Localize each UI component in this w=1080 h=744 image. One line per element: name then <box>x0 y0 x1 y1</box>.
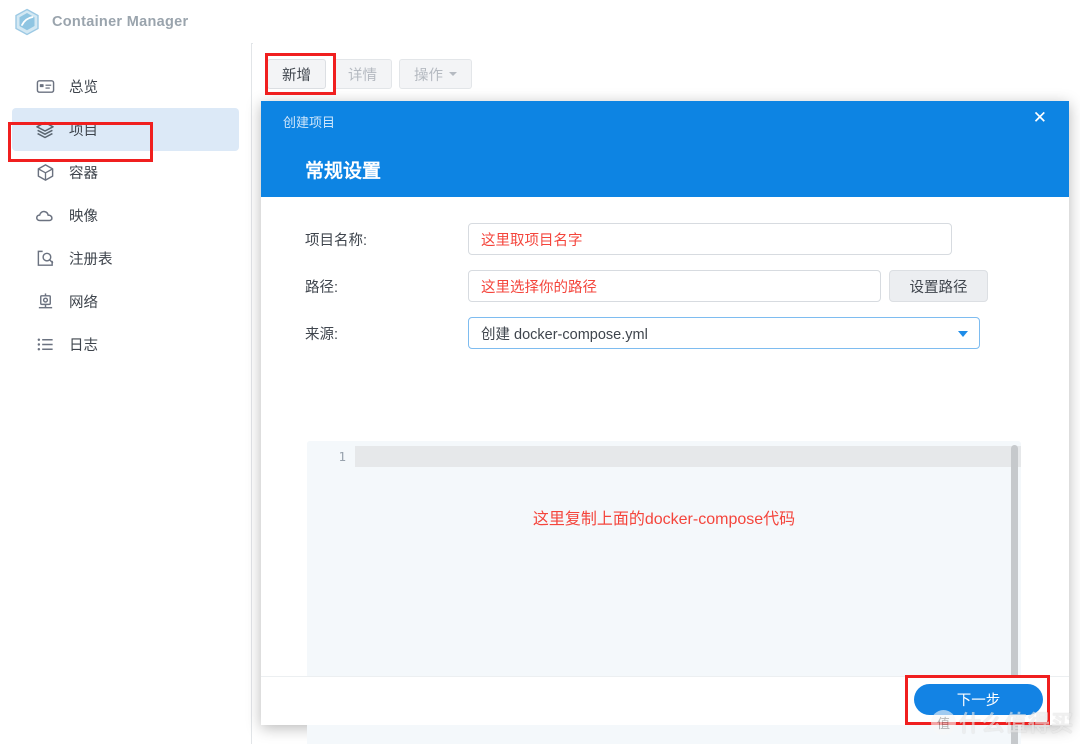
overview-card-icon <box>34 76 56 98</box>
form-row-source: 来源: 创建 docker-compose.yml <box>305 315 1025 351</box>
dialog-section-heading: 常规设置 <box>305 161 382 182</box>
cube-box-icon <box>34 162 56 184</box>
sidebar-item-network[interactable]: 网络 <box>12 280 239 323</box>
project-name-label: 项目名称: <box>305 232 368 249</box>
toolbar: 新增 详情 操作 <box>267 59 472 89</box>
editor-annotation-text: 这里复制上面的docker-compose代码 <box>532 511 796 528</box>
sidebar-item-registry[interactable]: 注册表 <box>12 237 239 280</box>
cloud-image-icon <box>34 205 56 227</box>
details-button[interactable]: 详情 <box>333 59 392 89</box>
next-step-button[interactable]: 下一步 <box>914 684 1043 715</box>
app-header: Container Manager <box>0 0 1080 44</box>
action-dropdown-label: 操作 <box>414 67 443 84</box>
create-project-dialog: 创建项目 ✕ 常规设置 项目名称: 这里取项目名字 路径: 这里选择你的路径 设… <box>261 101 1069 744</box>
registry-search-icon <box>34 248 56 270</box>
sidebar-item-overview[interactable]: 总览 <box>12 65 239 108</box>
list-log-icon <box>34 334 56 356</box>
app-title: Container Manager <box>52 13 189 30</box>
source-select-value: 创建 docker-compose.yml <box>481 326 648 343</box>
action-dropdown-button[interactable]: 操作 <box>399 59 472 89</box>
sidebar-item-label: 网络 <box>69 295 98 311</box>
project-name-input[interactable]: 这里取项目名字 <box>468 223 952 255</box>
dialog-footer: 下一步 <box>261 676 1069 725</box>
chevron-down-icon <box>958 331 968 337</box>
browse-path-button[interactable]: 设置路径 <box>889 270 988 302</box>
sidebar-item-label: 注册表 <box>69 252 113 268</box>
dialog-window-title: 创建项目 <box>283 115 336 130</box>
network-node-icon <box>34 291 56 313</box>
source-label: 来源: <box>305 326 339 343</box>
container-manager-logo-icon <box>14 8 40 36</box>
sidebar-item-containers[interactable]: 容器 <box>12 151 239 194</box>
editor-active-line <box>355 446 1021 467</box>
add-button[interactable]: 新增 <box>267 59 326 89</box>
form-row-project-name: 项目名称: 这里取项目名字 <box>305 221 1025 257</box>
dialog-header: 创建项目 ✕ 常规设置 <box>261 101 1069 197</box>
sidebar: 总览 项目 容器 映像 注册表 网络 日志 <box>0 43 252 744</box>
sidebar-item-label: 项目 <box>69 123 98 139</box>
sidebar-item-label: 总览 <box>69 80 98 96</box>
sidebar-item-label: 日志 <box>69 338 98 354</box>
form-row-path: 路径: 这里选择你的路径 设置路径 <box>305 268 1025 304</box>
close-icon[interactable]: ✕ <box>1033 109 1047 126</box>
sidebar-item-projects[interactable]: 项目 <box>12 108 239 151</box>
sidebar-item-label: 映像 <box>69 209 98 225</box>
editor-line-number: 1 <box>338 449 346 464</box>
sidebar-item-label: 容器 <box>69 166 98 182</box>
layers-stack-icon <box>34 119 56 141</box>
sidebar-item-images[interactable]: 映像 <box>12 194 239 237</box>
sidebar-item-logs[interactable]: 日志 <box>12 323 239 366</box>
chevron-down-icon <box>449 72 457 76</box>
path-input[interactable]: 这里选择你的路径 <box>468 270 881 302</box>
path-label: 路径: <box>305 279 339 296</box>
dialog-body: 项目名称: 这里取项目名字 路径: 这里选择你的路径 设置路径 来源: 创建 d… <box>261 197 1069 744</box>
source-select[interactable]: 创建 docker-compose.yml <box>468 317 980 349</box>
app-window: Container Manager 总览 项目 容器 映像 注册表 网络 日志 … <box>0 0 1080 744</box>
